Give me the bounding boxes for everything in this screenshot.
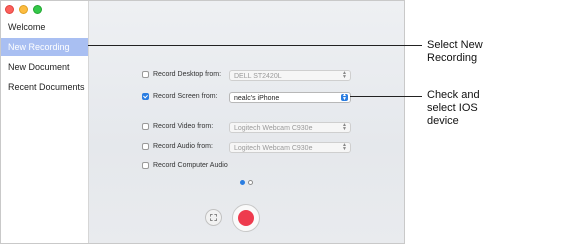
app-window: Welcome New Recording New Document Recen… — [0, 0, 405, 244]
zoom-icon[interactable] — [33, 5, 42, 14]
close-icon[interactable] — [5, 5, 14, 14]
screen-source-select[interactable]: nealc's iPhone ▲ ▼ — [229, 92, 351, 103]
callout-line-2: select IOS — [427, 102, 478, 114]
record-video-label: Record Video from: — [153, 123, 214, 130]
record-desktop-row: Record Desktop from: — [142, 71, 237, 78]
callout-line-new-recording — [88, 45, 422, 46]
minimize-icon[interactable] — [19, 5, 28, 14]
video-source-select[interactable]: Logitech Webcam C930e ▲ ▼ — [229, 122, 351, 133]
record-button[interactable] — [232, 204, 260, 232]
record-audio-checkbox[interactable] — [142, 143, 149, 150]
selection-area-button[interactable] — [205, 209, 222, 226]
record-desktop-checkbox[interactable] — [142, 71, 149, 78]
callout-line-1: Check and — [427, 89, 480, 101]
chevron-updown-icon: ▲ ▼ — [342, 70, 347, 80]
record-screen-row: Record Screen from: — [142, 93, 237, 100]
page-dot-1[interactable] — [240, 180, 245, 185]
callout-check-select-ios: Check and select IOS device — [427, 89, 480, 128]
screen-source-value: nealc's iPhone — [234, 95, 280, 102]
sidebar-item-new-document[interactable]: New Document — [1, 58, 88, 76]
record-computer-audio-row: Record Computer Audio — [142, 162, 228, 169]
sidebar-item-new-recording[interactable]: New Recording — [1, 38, 88, 56]
record-screen-checkbox[interactable] — [142, 93, 149, 100]
page-indicator — [240, 180, 253, 185]
sidebar-item-welcome[interactable]: Welcome — [1, 18, 88, 36]
record-desktop-label: Record Desktop from: — [153, 71, 222, 78]
record-computer-audio-label: Record Computer Audio — [153, 162, 228, 169]
audio-source-select[interactable]: Logitech Webcam C930e ▲ ▼ — [229, 142, 351, 153]
record-video-checkbox[interactable] — [142, 123, 149, 130]
sidebar-item-recent-documents[interactable]: Recent Documents — [1, 78, 88, 96]
selection-area-icon — [210, 214, 217, 221]
record-icon — [238, 210, 254, 226]
desktop-source-value: DELL ST2420L — [234, 73, 282, 80]
callout-line-ios-device — [350, 96, 422, 97]
video-source-value: Logitech Webcam C930e — [234, 125, 313, 132]
chevron-updown-icon: ▲ ▼ — [341, 92, 348, 102]
recording-options-panel: Record Desktop from: DELL ST2420L ▲ ▼ Rec… — [89, 1, 404, 243]
record-video-row: Record Video from: — [142, 123, 237, 130]
sidebar: Welcome New Recording New Document Recen… — [1, 1, 89, 243]
record-audio-row: Record Audio from: — [142, 143, 237, 150]
callout-line-1: Select New — [427, 39, 483, 51]
chevron-updown-icon: ▲ ▼ — [342, 142, 347, 152]
page-dot-2[interactable] — [248, 180, 253, 185]
record-computer-audio-checkbox[interactable] — [142, 162, 149, 169]
window-controls — [5, 5, 42, 14]
desktop-source-select[interactable]: DELL ST2420L ▲ ▼ — [229, 70, 351, 81]
callout-line-2: Recording — [427, 52, 478, 64]
callout-select-new-recording: Select New Recording — [427, 39, 483, 65]
chevron-updown-icon: ▲ ▼ — [342, 122, 347, 132]
record-screen-label: Record Screen from: — [153, 93, 218, 100]
record-audio-label: Record Audio from: — [153, 143, 213, 150]
callout-line-3: device — [427, 115, 459, 127]
audio-source-value: Logitech Webcam C930e — [234, 145, 313, 152]
